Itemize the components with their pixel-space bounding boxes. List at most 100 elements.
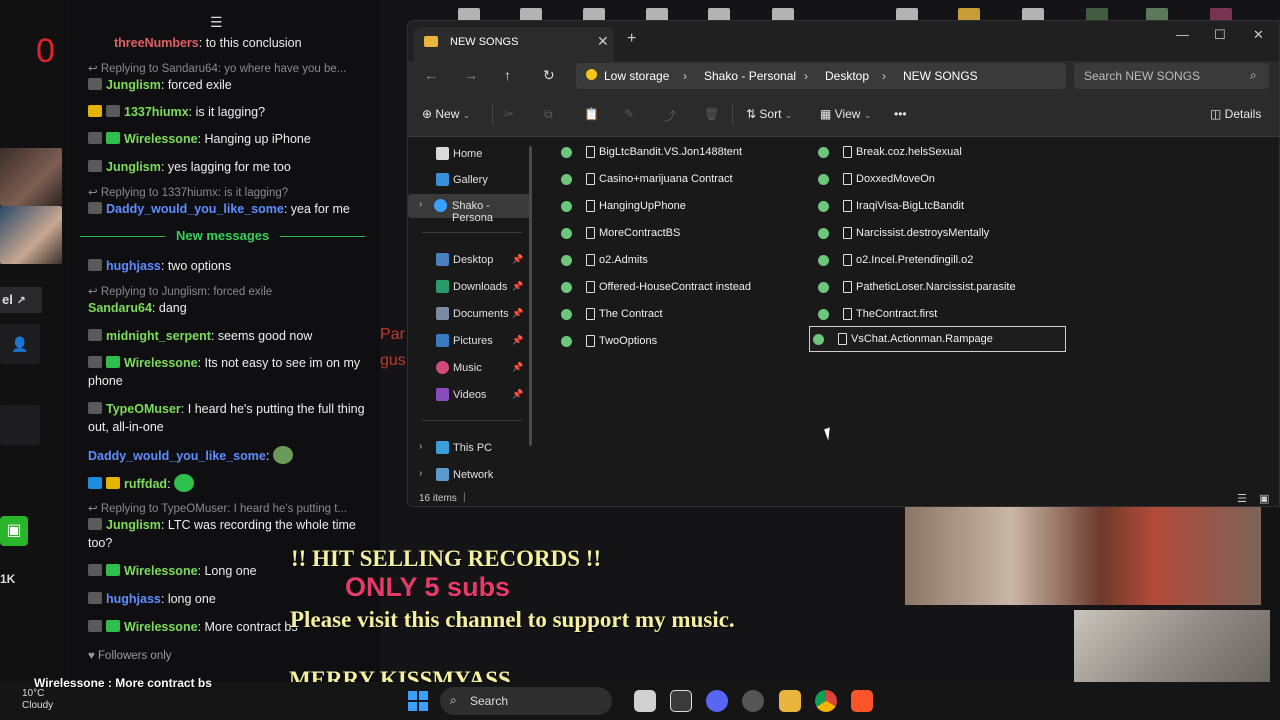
cut-icon[interactable]: ✂ — [504, 107, 514, 121]
close-window-button[interactable]: ✕ — [1253, 27, 1264, 43]
brave-icon[interactable] — [851, 690, 873, 712]
paste-icon[interactable]: 📋 — [584, 107, 599, 121]
nav-item-home[interactable]: Home — [408, 142, 532, 166]
chat-username[interactable]: Daddy_would_you_like_some — [88, 449, 266, 463]
chat-username[interactable]: Wirelessone — [124, 564, 198, 578]
file-item[interactable]: Casino+marijuana Contract — [545, 167, 800, 191]
breadcrumb-shako-personal[interactable]: Shako - Personal — [704, 69, 796, 83]
nav-scrollbar[interactable] — [529, 146, 532, 446]
nav-item-music[interactable]: Music 📌 — [408, 356, 532, 380]
forward-arrow-icon[interactable]: → — [464, 67, 478, 83]
file-item[interactable]: DoxxedMoveOn — [802, 167, 1057, 191]
share-icon[interactable]: ⤴ — [664, 107, 676, 124]
user-icon[interactable]: 👤 — [0, 324, 40, 364]
chat-menu-icon[interactable]: ☰ — [210, 14, 223, 31]
file-item[interactable]: TwoOptions — [545, 329, 800, 353]
file-item[interactable]: TheContract.first — [802, 302, 1057, 326]
search-box[interactable]: Search NEW SONGS ⌕ — [1074, 63, 1269, 89]
nav-item-shako-personal[interactable]: › Shako - Persona — [408, 194, 532, 224]
chat-username[interactable]: 1337hiumx — [124, 105, 189, 119]
chat-username[interactable]: Sandaru64 — [88, 301, 152, 315]
tab-new-songs[interactable]: NEW SONGS ✕ — [414, 27, 614, 61]
tiles-view-icon[interactable]: ▣ — [1259, 492, 1269, 505]
copy-icon[interactable]: ⧉ — [544, 107, 553, 122]
chat-username[interactable]: hughjass — [106, 259, 161, 273]
chevron-right-icon[interactable]: › — [419, 199, 422, 210]
video-overlay — [905, 507, 1261, 605]
new-messages-separator[interactable]: New messages — [80, 228, 370, 246]
view-button[interactable]: ▦ View ⌄ — [820, 107, 871, 121]
capcut-icon[interactable] — [670, 690, 692, 712]
strip-label[interactable]: el ↗ — [0, 287, 42, 313]
overlay-support: Please visit this channel to support my … — [290, 607, 735, 632]
discord-icon[interactable] — [706, 690, 728, 712]
windows-start-icon[interactable] — [408, 691, 428, 711]
taskbar-search[interactable]: ⌕ Search — [440, 687, 612, 715]
chat-username[interactable]: Wirelessone — [124, 356, 198, 370]
details-view-icon[interactable]: ☰ — [1237, 492, 1247, 505]
back-arrow-icon[interactable]: ← — [424, 67, 438, 83]
low-storage-label[interactable]: Low storage — [604, 69, 669, 83]
nav-item-pictures[interactable]: Pictures 📌 — [408, 329, 532, 353]
refresh-icon[interactable]: ↻ — [543, 67, 555, 84]
weather-widget[interactable]: 10°C Cloudy — [22, 688, 53, 712]
chevron-right-icon[interactable]: › — [419, 468, 422, 479]
nav-item-documents[interactable]: Documents 📌 — [408, 302, 532, 326]
file-item[interactable]: PatheticLoser.Narcissist.parasite — [802, 275, 1057, 299]
breadcrumb-desktop[interactable]: Desktop — [825, 69, 869, 83]
file-item-selected[interactable]: VsChat.Actionman.Rampage — [809, 326, 1066, 352]
minimize-button[interactable]: — — [1176, 27, 1189, 42]
chat-username[interactable]: TypeOMuser — [106, 402, 181, 416]
file-item[interactable]: BigLtcBandit.VS.Jon1488tent — [545, 140, 800, 164]
chat-username[interactable]: Junglism — [106, 518, 161, 532]
chat-username[interactable]: threeNumbers — [114, 36, 199, 50]
chat-username[interactable]: Wirelessone — [124, 132, 198, 146]
chrome-icon[interactable] — [815, 690, 837, 712]
chat-username[interactable]: Daddy_would_you_like_some — [106, 202, 284, 216]
up-arrow-icon[interactable]: ↑ — [504, 67, 511, 83]
title-bar[interactable]: NEW SONGS ✕ + — ☐ ✕ — [408, 21, 1279, 61]
delete-icon[interactable]: 🗑 — [704, 107, 719, 121]
chevron-right-icon[interactable]: › — [419, 441, 422, 452]
gift-icon[interactable]: ▣ — [0, 516, 28, 546]
file-explorer-icon[interactable] — [779, 690, 801, 712]
synced-icon — [561, 282, 572, 293]
maximize-button[interactable]: ☐ — [1214, 27, 1226, 43]
settings-icon[interactable] — [742, 690, 764, 712]
sub-badge-icon — [106, 564, 120, 576]
nav-item-this-pc[interactable]: › This PC — [408, 436, 532, 460]
file-item[interactable]: IraqiVisa-BigLtcBandit — [802, 194, 1057, 218]
chat-username[interactable]: ruffdad — [124, 477, 167, 491]
task-view-icon[interactable] — [634, 690, 656, 712]
file-item[interactable]: Offered-HouseContract instead — [545, 275, 800, 299]
chat-username[interactable]: hughjass — [106, 592, 161, 606]
nav-item-desktop[interactable]: Desktop 📌 — [408, 248, 532, 272]
chat-username[interactable]: Junglism — [106, 160, 161, 174]
file-item[interactable]: HangingUpPhone — [545, 194, 800, 218]
file-item[interactable]: Break.coz.helsSexual — [802, 140, 1057, 164]
nav-item-gallery[interactable]: Gallery — [408, 168, 532, 192]
pin-icon: 📌 — [512, 335, 524, 345]
more-options-icon[interactable]: ••• — [894, 107, 907, 121]
rename-icon[interactable]: ✎ — [624, 107, 634, 121]
details-button[interactable]: ◫ Details — [1210, 107, 1261, 121]
file-item[interactable]: Narcissist.destroysMentally — [802, 221, 1057, 245]
chat-text: is it lagging? — [195, 105, 266, 119]
nav-item-videos[interactable]: Videos 📌 — [408, 383, 532, 407]
breadcrumb-new-songs[interactable]: NEW SONGS — [903, 69, 978, 83]
nav-item-downloads[interactable]: Downloads 📌 — [408, 275, 532, 299]
strip-button[interactable] — [0, 405, 40, 445]
close-tab-icon[interactable]: ✕ — [597, 33, 609, 50]
file-item[interactable]: The Contract — [545, 302, 800, 326]
new-tab-button[interactable]: + — [627, 30, 636, 48]
chat-username[interactable]: midnight_serpent — [106, 329, 211, 343]
file-item[interactable]: o2.Admits — [545, 248, 800, 272]
chat-username[interactable]: Junglism — [106, 78, 161, 92]
sort-button[interactable]: ⇅ Sort ⌄ — [746, 107, 792, 121]
chat-username[interactable]: Wirelessone — [124, 620, 198, 634]
address-bar[interactable]: Low storage › Shako - Personal › Desktop… — [576, 63, 1066, 89]
nav-item-network[interactable]: › Network — [408, 463, 532, 487]
new-button[interactable]: ⊕ New ⌄ — [422, 107, 470, 121]
file-item[interactable]: MoreContractBS — [545, 221, 800, 245]
file-item[interactable]: o2.Incel.Pretendingill.o2 — [802, 248, 1057, 272]
